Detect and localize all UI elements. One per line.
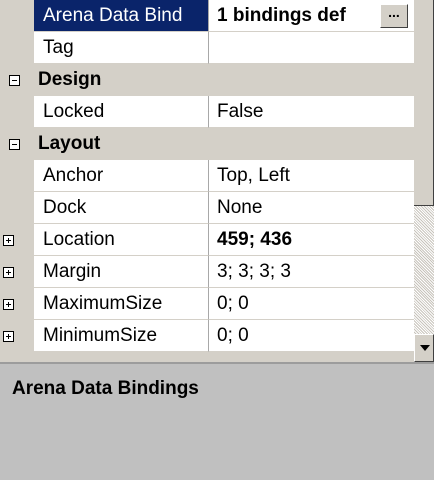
property-value[interactable]: 0; 0 [209, 288, 414, 320]
row-gutter [0, 320, 34, 352]
property-name[interactable]: MaximumSize [34, 288, 209, 320]
property-value[interactable]: 3; 3; 3; 3 [209, 256, 414, 288]
property-row-arena-data-bindings[interactable]: Arena Data Bind 1 bindings def ... [0, 0, 414, 32]
ellipsis-button[interactable]: ... [380, 4, 408, 28]
property-row-anchor[interactable]: Anchor Top, Left [0, 160, 414, 192]
property-value[interactable]: Top, Left [209, 160, 414, 192]
category-design[interactable]: Design [0, 64, 414, 96]
row-gutter [0, 256, 34, 288]
property-name[interactable]: Margin [34, 256, 209, 288]
expand-icon[interactable] [3, 331, 14, 342]
property-name[interactable]: Dock [34, 192, 209, 224]
row-gutter [0, 192, 34, 224]
category-label: Layout [38, 133, 101, 154]
scrollbar-thumb[interactable] [414, 0, 434, 206]
collapse-icon[interactable] [9, 139, 20, 150]
row-gutter [0, 224, 34, 256]
row-gutter [0, 288, 34, 320]
row-gutter [0, 0, 34, 32]
vertical-scrollbar[interactable] [414, 0, 434, 362]
property-name[interactable]: Locked [34, 96, 209, 128]
property-row-maximum-size[interactable]: MaximumSize 0; 0 [0, 288, 414, 320]
description-panel: Arena Data Bindings [0, 362, 434, 480]
property-name[interactable]: Location [34, 224, 209, 256]
expand-icon[interactable] [3, 235, 14, 246]
arrow-down-icon [420, 345, 430, 351]
category-layout[interactable]: Layout [0, 128, 414, 160]
property-row-tag[interactable]: Tag [0, 32, 414, 64]
expand-icon[interactable] [3, 267, 14, 278]
property-name[interactable]: MinimumSize [34, 320, 209, 352]
property-value[interactable]: False [209, 96, 414, 128]
property-row-location[interactable]: Location 459; 436 [0, 224, 414, 256]
scroll-down-button[interactable] [414, 334, 434, 362]
property-value[interactable] [209, 32, 414, 64]
row-gutter [0, 96, 34, 128]
collapse-icon[interactable] [9, 75, 20, 86]
property-value[interactable]: None [209, 192, 414, 224]
property-grid: Arena Data Bind 1 bindings def ... Tag D… [0, 0, 414, 362]
property-row-locked[interactable]: Locked False [0, 96, 414, 128]
scrollbar-track[interactable] [414, 206, 434, 334]
property-row-dock[interactable]: Dock None [0, 192, 414, 224]
description-title: Arena Data Bindings [12, 378, 199, 399]
property-name[interactable]: Tag [34, 32, 209, 64]
property-row-margin[interactable]: Margin 3; 3; 3; 3 [0, 256, 414, 288]
property-name[interactable]: Anchor [34, 160, 209, 192]
property-value[interactable]: 0; 0 [209, 320, 414, 352]
expand-icon[interactable] [3, 299, 14, 310]
property-row-minimum-size[interactable]: MinimumSize 0; 0 [0, 320, 414, 352]
property-name[interactable]: Arena Data Bind [34, 0, 209, 32]
row-gutter [0, 160, 34, 192]
row-gutter [0, 32, 34, 64]
property-value[interactable]: 459; 436 [209, 224, 414, 256]
category-label: Design [38, 69, 102, 90]
